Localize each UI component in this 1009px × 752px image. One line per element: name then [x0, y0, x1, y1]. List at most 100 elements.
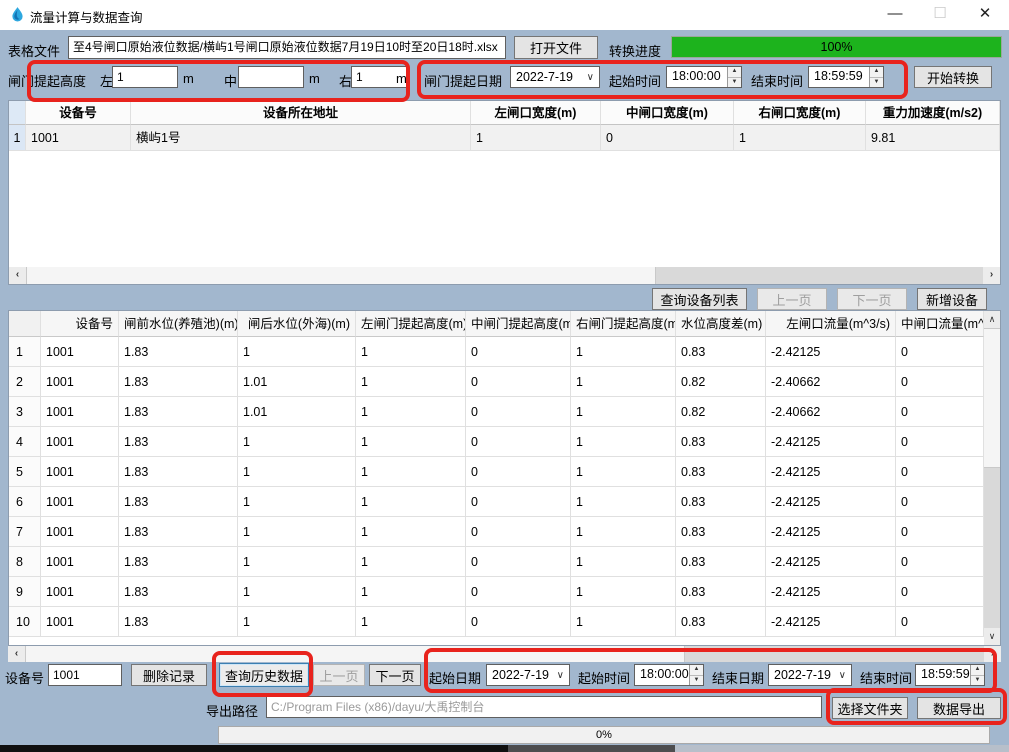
- chevron-down-icon[interactable]: ∨: [587, 72, 599, 83]
- device-corner-cell: [9, 101, 26, 125]
- delete-record-button[interactable]: 删除记录: [131, 664, 207, 686]
- device-prev-page-button[interactable]: 上一页: [757, 288, 827, 310]
- history-cell: 0: [896, 607, 984, 637]
- history-cell: 1: [238, 487, 356, 517]
- scrollbar-thumb[interactable]: [26, 267, 656, 284]
- query-end-time-value: 18:59:59: [916, 665, 970, 685]
- scrollbar-thumb[interactable]: [25, 646, 685, 662]
- history-row[interactable]: 610011.8311010.83-2.421250: [9, 487, 1000, 517]
- history-cell: 0.82: [676, 367, 766, 397]
- maximize-button[interactable]: ☐: [918, 0, 962, 28]
- chevron-down-icon[interactable]: ∨: [839, 670, 851, 681]
- spin-down-icon[interactable]: ▼: [971, 676, 984, 686]
- scroll-left-icon[interactable]: ‹: [9, 267, 26, 284]
- data-export-button[interactable]: 数据导出: [917, 697, 1001, 719]
- query-device-list-button[interactable]: 查询设备列表: [652, 288, 747, 310]
- close-button[interactable]: ✕: [963, 0, 1007, 28]
- open-file-button[interactable]: 打开文件: [514, 36, 598, 59]
- history-cell: 1001: [41, 457, 119, 487]
- choose-folder-button[interactable]: 选择文件夹: [832, 697, 908, 719]
- start-time-value: 18:00:00: [667, 67, 727, 87]
- scrollbar-track[interactable]: [984, 468, 1000, 628]
- history-cell: 1: [571, 457, 676, 487]
- history-row[interactable]: 910011.8311010.83-2.421250: [9, 577, 1000, 607]
- device-header-row: 设备号设备所在地址左闸口宽度(m)中闸口宽度(m)右闸口宽度(m)重力加速度(m…: [9, 101, 1000, 125]
- device-no-input[interactable]: 1001: [48, 664, 122, 686]
- history-table-hscrollbar[interactable]: ‹ ›: [8, 646, 1001, 662]
- add-device-button[interactable]: 新增设备: [917, 288, 987, 310]
- history-column-header: 水位高度差(m): [676, 311, 766, 337]
- spin-up-icon[interactable]: ▲: [728, 67, 741, 78]
- history-row-number: 5: [9, 457, 41, 487]
- history-next-page-button[interactable]: 下一页: [369, 664, 421, 686]
- scroll-right-icon[interactable]: ›: [983, 267, 1000, 284]
- device-next-page-button[interactable]: 下一页: [837, 288, 907, 310]
- history-row-number: 6: [9, 487, 41, 517]
- history-row[interactable]: 210011.831.011010.82-2.406620: [9, 367, 1000, 397]
- spin-down-icon[interactable]: ▼: [870, 78, 883, 88]
- minimize-button[interactable]: —: [873, 0, 917, 28]
- device-row[interactable]: 11001横屿1号1019.81: [9, 125, 1000, 151]
- history-cell: -2.42125: [766, 427, 896, 457]
- history-cell: 1: [571, 337, 676, 367]
- device-cell: 9.81: [866, 125, 1000, 151]
- history-row[interactable]: 1010011.8311010.83-2.421250: [9, 607, 1000, 637]
- scroll-left-icon[interactable]: ‹: [8, 646, 25, 662]
- history-cell: 0: [896, 397, 984, 427]
- history-row[interactable]: 710011.8311010.83-2.421250: [9, 517, 1000, 547]
- spin-down-icon[interactable]: ▼: [690, 676, 703, 686]
- gate-date-select[interactable]: 2022-7-19 ∨: [510, 66, 600, 88]
- history-cell: -2.40662: [766, 397, 896, 427]
- history-cell: 0.83: [676, 577, 766, 607]
- history-row[interactable]: 510011.8311010.83-2.421250: [9, 457, 1000, 487]
- history-row-number: 10: [9, 607, 41, 637]
- history-row[interactable]: 110011.8311010.83-2.421250: [9, 337, 1000, 367]
- scroll-down-icon[interactable]: ∨: [984, 628, 1000, 645]
- history-cell: 0.83: [676, 607, 766, 637]
- history-row-number: 7: [9, 517, 41, 547]
- query-start-date-select[interactable]: 2022-7-19 ∨: [486, 664, 570, 686]
- history-cell: 1.83: [119, 397, 238, 427]
- gate-height-label: 闸门提起高度: [8, 71, 86, 90]
- start-time-spinner[interactable]: 18:00:00 ▲▼: [666, 66, 742, 88]
- spin-down-icon[interactable]: ▼: [728, 78, 741, 88]
- history-cell: 0: [896, 487, 984, 517]
- scroll-right-icon[interactable]: ›: [984, 646, 1001, 662]
- export-path-input[interactable]: C:/Program Files (x86)/dayu/大禹控制台: [266, 696, 822, 718]
- start-convert-button[interactable]: 开始转换: [914, 66, 992, 88]
- history-cell: 1.83: [119, 487, 238, 517]
- history-cell: 1001: [41, 367, 119, 397]
- left-gate-height-input[interactable]: 1: [112, 66, 178, 88]
- history-prev-page-button[interactable]: 上一页: [313, 664, 365, 686]
- history-cell: 0.83: [676, 457, 766, 487]
- history-row[interactable]: 310011.831.011010.82-2.406620: [9, 397, 1000, 427]
- query-end-date-select[interactable]: 2022-7-19 ∨: [768, 664, 852, 686]
- history-row[interactable]: 810011.8311010.83-2.421250: [9, 547, 1000, 577]
- middle-gate-height-input[interactable]: [238, 66, 304, 88]
- history-cell: 1: [356, 577, 466, 607]
- device-cell: 1: [734, 125, 866, 151]
- spin-up-icon[interactable]: ▲: [690, 665, 703, 676]
- spin-up-icon[interactable]: ▲: [870, 67, 883, 78]
- history-row[interactable]: 410011.8311010.83-2.421250: [9, 427, 1000, 457]
- history-cell: 1.83: [119, 457, 238, 487]
- query-history-button[interactable]: 查询历史数据: [219, 663, 309, 687]
- spin-up-icon[interactable]: ▲: [971, 665, 984, 676]
- device-table-hscrollbar[interactable]: ‹ ›: [9, 267, 1000, 284]
- app-icon: [9, 6, 26, 23]
- scrollbar-track[interactable]: [656, 267, 983, 284]
- history-cell: 1001: [41, 607, 119, 637]
- history-table-vscrollbar[interactable]: ∧ ∨: [984, 311, 1000, 645]
- scrollbar-thumb[interactable]: [984, 328, 1000, 468]
- scroll-up-icon[interactable]: ∧: [984, 311, 1000, 328]
- chevron-down-icon[interactable]: ∨: [557, 670, 569, 681]
- query-start-time-spinner[interactable]: 18:00:00 ▲▼: [634, 664, 704, 686]
- history-cell: 0: [896, 547, 984, 577]
- history-cell: 1: [356, 517, 466, 547]
- convert-progress-bar: 100%: [671, 36, 1002, 58]
- end-time-spinner[interactable]: 18:59:59 ▲▼: [808, 66, 884, 88]
- query-end-time-spinner[interactable]: 18:59:59 ▲▼: [915, 664, 985, 686]
- scrollbar-track[interactable]: [685, 646, 984, 662]
- file-path-input[interactable]: 至4号闸口原始液位数据/横屿1号闸口原始液位数据7月19日10时至20日18时.…: [68, 36, 506, 59]
- history-cell: 0: [466, 517, 571, 547]
